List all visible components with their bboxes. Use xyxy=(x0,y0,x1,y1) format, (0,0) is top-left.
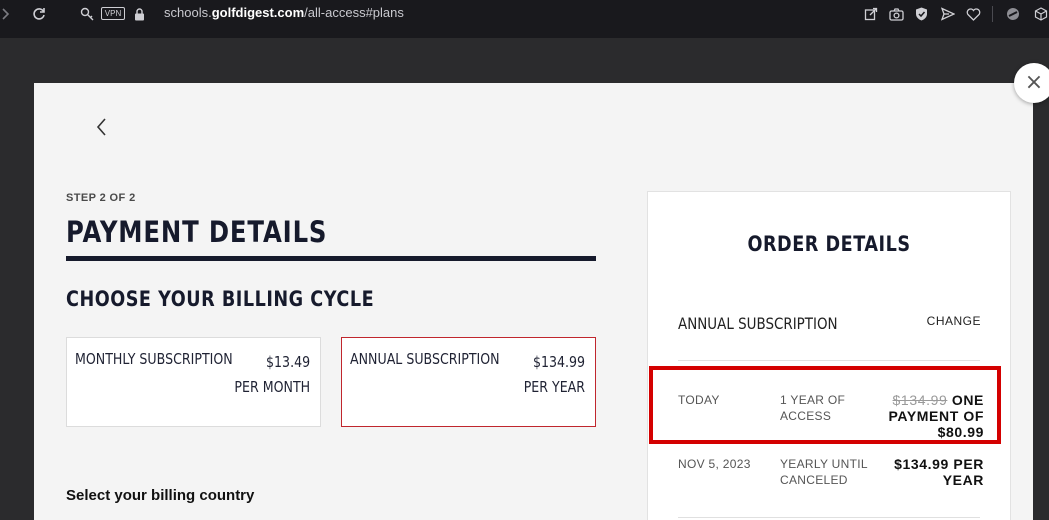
title-underline xyxy=(66,256,596,261)
cube-icon[interactable] xyxy=(1032,0,1049,28)
plan-name: ANNUAL SUBSCRIPTION xyxy=(350,350,500,368)
order-row-amount: $134.99 PER YEAR xyxy=(894,456,984,488)
order-row-term-line: CANCELED xyxy=(780,473,848,487)
change-plan-button[interactable]: CHANGE xyxy=(927,314,981,328)
url-prefix: schools. xyxy=(164,5,212,20)
vpn-badge[interactable]: VPN xyxy=(101,7,125,20)
page-title: PAYMENT DETAILS xyxy=(66,215,328,249)
order-row-amount-line: $134.99 ONE xyxy=(889,392,984,408)
heart-icon[interactable] xyxy=(964,0,982,28)
forward-icon[interactable] xyxy=(0,0,12,28)
order-row-date: NOV 5, 2023 xyxy=(678,457,751,471)
order-row-date: TODAY xyxy=(678,393,720,407)
plan-price-amount: $134.99 xyxy=(532,353,585,371)
plan-card-monthly[interactable]: MONTHLY SUBSCRIPTION $13.49 PER MONTH xyxy=(66,337,321,427)
key-icon[interactable] xyxy=(78,0,96,28)
order-row-term-line: ACCESS xyxy=(780,409,832,423)
order-row-amount-line: $134.99 PER xyxy=(894,456,984,472)
toolbar-divider xyxy=(992,6,993,22)
order-divider xyxy=(678,360,980,361)
order-row-term: YEARLY UNTIL CANCELED xyxy=(780,456,868,488)
send-icon[interactable] xyxy=(939,0,957,28)
order-details-title: ORDER DETAILS xyxy=(747,232,911,256)
order-row-term-line: YEARLY UNTIL xyxy=(780,457,868,471)
share-icon[interactable] xyxy=(862,0,880,28)
reload-icon[interactable] xyxy=(30,0,48,28)
url-domain: golfdigest.com xyxy=(211,5,305,20)
order-row-amount-line: YEAR xyxy=(942,472,984,488)
amount-text: ONE xyxy=(951,392,984,408)
payment-modal: STEP 2 OF 2 PAYMENT DETAILS CHOOSE YOUR … xyxy=(34,83,1033,520)
browser-toolbar: VPN schools.golfdigest.com/all-access#pl… xyxy=(0,0,1049,38)
order-divider xyxy=(678,517,980,518)
order-row-term-line: 1 YEAR OF xyxy=(780,393,846,407)
plan-price-period: PER MONTH xyxy=(234,378,310,396)
plan-price-period: PER YEAR xyxy=(523,378,585,396)
step-indicator: STEP 2 OF 2 xyxy=(66,192,136,204)
order-row-amount: $134.99 ONE PAYMENT OF $80.99 xyxy=(889,392,984,440)
order-details-panel: ORDER DETAILS ANNUAL SUBSCRIPTION CHANGE… xyxy=(647,191,1011,520)
order-row-term: 1 YEAR OF ACCESS xyxy=(780,392,845,424)
url-path: /all-access#plans xyxy=(304,5,404,20)
original-price: $134.99 xyxy=(892,392,948,408)
plan-name: MONTHLY SUBSCRIPTION xyxy=(75,350,233,368)
extension-icon[interactable] xyxy=(1004,0,1022,28)
chevron-left-icon xyxy=(96,118,106,136)
close-modal-button[interactable]: × xyxy=(1014,63,1049,103)
lock-icon xyxy=(132,0,146,28)
camera-icon[interactable] xyxy=(887,0,905,28)
billing-cycle-heading: CHOOSE YOUR BILLING CYCLE xyxy=(66,287,375,311)
back-button[interactable] xyxy=(92,113,112,141)
shield-icon[interactable] xyxy=(912,0,930,28)
order-row-amount-line: PAYMENT OF xyxy=(888,408,984,424)
close-icon: × xyxy=(1024,70,1044,95)
order-subscription-name: ANNUAL SUBSCRIPTION xyxy=(678,314,838,333)
plan-price-amount: $13.49 xyxy=(265,353,310,371)
plan-price: $13.49 PER MONTH xyxy=(234,350,310,400)
address-bar[interactable]: schools.golfdigest.com/all-access#plans xyxy=(164,5,404,20)
plan-card-annual[interactable]: ANNUAL SUBSCRIPTION $134.99 PER YEAR xyxy=(341,337,596,427)
billing-country-label: Select your billing country xyxy=(66,487,255,504)
order-row-amount-line: $80.99 xyxy=(937,424,984,440)
plan-price: $134.99 PER YEAR xyxy=(524,350,585,400)
